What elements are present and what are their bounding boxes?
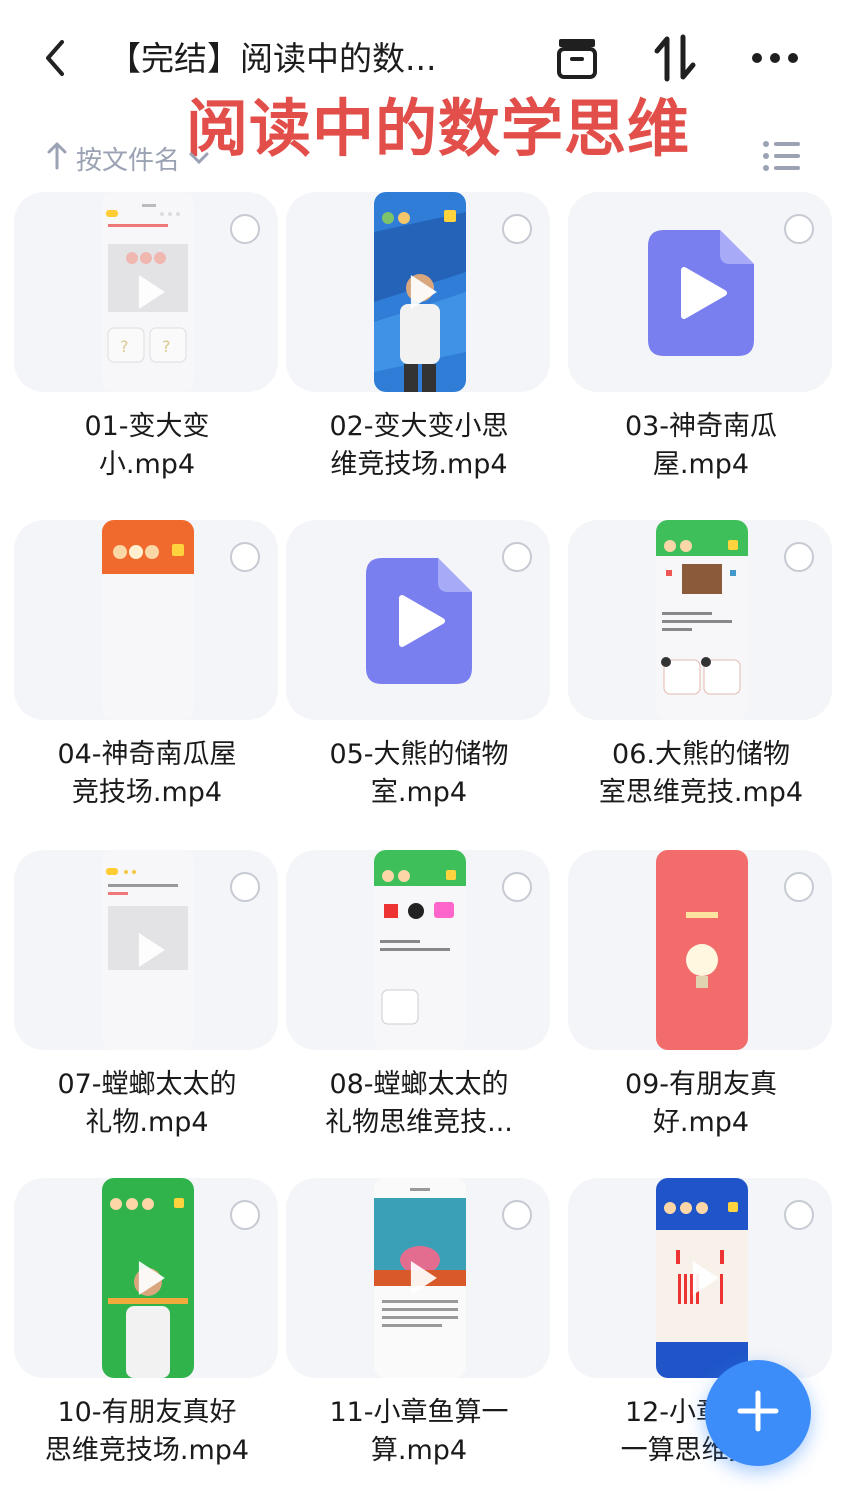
video-thumbnail bbox=[374, 850, 466, 1050]
file-card[interactable]: ? ? bbox=[14, 192, 278, 392]
file-card[interactable] bbox=[568, 520, 832, 720]
svg-text:?: ? bbox=[120, 337, 129, 356]
file-name[interactable]: 03-神奇南瓜 屋.mp4 bbox=[566, 408, 836, 484]
file-card[interactable] bbox=[568, 1178, 832, 1378]
file-name[interactable]: 08-螳螂太太的 礼物思维竞技... bbox=[284, 1066, 554, 1142]
file-card[interactable] bbox=[14, 520, 278, 720]
file-card[interactable] bbox=[568, 192, 832, 392]
file-name[interactable]: 04-神奇南瓜屋 竞技场.mp4 bbox=[12, 736, 282, 812]
chevron-left-icon[interactable] bbox=[38, 38, 74, 78]
sort-label: 按文件名 bbox=[76, 145, 181, 176]
select-checkbox[interactable] bbox=[784, 872, 814, 902]
select-checkbox[interactable] bbox=[784, 542, 814, 572]
file-name[interactable]: 05-大熊的储物 室.mp4 bbox=[284, 736, 554, 812]
file-card[interactable] bbox=[286, 192, 550, 392]
plus-icon bbox=[736, 1389, 780, 1437]
video-thumbnail bbox=[656, 850, 748, 1050]
file-name[interactable]: 02-变大变小思 维竞技场.mp4 bbox=[284, 408, 554, 484]
file-name[interactable]: 10-有朋友真好 思维竞技场.mp4 bbox=[12, 1394, 282, 1470]
select-checkbox[interactable] bbox=[230, 872, 260, 902]
select-checkbox[interactable] bbox=[230, 542, 260, 572]
file-name[interactable]: 07-螳螂太太的 礼物.mp4 bbox=[12, 1066, 282, 1142]
play-icon bbox=[692, 1261, 719, 1295]
file-card[interactable] bbox=[286, 850, 550, 1050]
video-thumbnail bbox=[374, 1178, 466, 1378]
video-thumbnail bbox=[102, 850, 194, 1050]
chevron-down-icon bbox=[188, 143, 210, 173]
file-card[interactable] bbox=[14, 850, 278, 1050]
svg-text:?: ? bbox=[162, 337, 171, 356]
sort-arrows-icon[interactable] bbox=[648, 30, 702, 86]
arrow-up-icon bbox=[46, 140, 68, 177]
file-name[interactable]: 01-变大变 小.mp4 bbox=[12, 408, 282, 484]
select-checkbox[interactable] bbox=[502, 872, 532, 902]
select-checkbox[interactable] bbox=[502, 1200, 532, 1230]
file-name[interactable]: 09-有朋友真 好.mp4 bbox=[566, 1066, 836, 1142]
more-dots-icon[interactable] bbox=[748, 30, 802, 86]
video-thumbnail bbox=[102, 1178, 194, 1378]
select-checkbox[interactable] bbox=[230, 1200, 260, 1230]
video-file-icon bbox=[648, 230, 754, 356]
play-icon bbox=[138, 933, 165, 967]
select-checkbox[interactable] bbox=[502, 542, 532, 572]
watermark-title: 阅读中的数学思维 bbox=[186, 92, 691, 165]
video-file-icon bbox=[366, 558, 472, 684]
file-name[interactable]: 11-小章鱼算一 算.mp4 bbox=[284, 1394, 554, 1470]
sort-control[interactable]: 按文件名 bbox=[46, 138, 210, 178]
file-card[interactable] bbox=[568, 850, 832, 1050]
video-thumbnail bbox=[656, 1178, 748, 1378]
video-thumbnail bbox=[656, 520, 748, 720]
list-view-icon[interactable] bbox=[760, 136, 804, 176]
play-icon bbox=[138, 275, 165, 309]
archive-box-icon[interactable] bbox=[550, 30, 604, 86]
play-icon bbox=[138, 1261, 165, 1295]
file-card[interactable] bbox=[14, 1178, 278, 1378]
file-name[interactable]: 06.大熊的储物 室思维竞技.mp4 bbox=[566, 736, 836, 812]
select-checkbox[interactable] bbox=[230, 214, 260, 244]
file-card[interactable] bbox=[286, 1178, 550, 1378]
add-button[interactable] bbox=[705, 1360, 811, 1466]
select-checkbox[interactable] bbox=[784, 1200, 814, 1230]
page-title: 【完结】阅读中的数... bbox=[108, 39, 437, 78]
select-checkbox[interactable] bbox=[502, 214, 532, 244]
file-card[interactable] bbox=[286, 520, 550, 720]
video-thumbnail bbox=[374, 192, 466, 392]
play-icon bbox=[410, 275, 437, 309]
play-icon bbox=[410, 1261, 437, 1295]
video-thumbnail: ? ? bbox=[102, 192, 194, 392]
select-checkbox[interactable] bbox=[784, 214, 814, 244]
video-thumbnail bbox=[102, 520, 194, 720]
